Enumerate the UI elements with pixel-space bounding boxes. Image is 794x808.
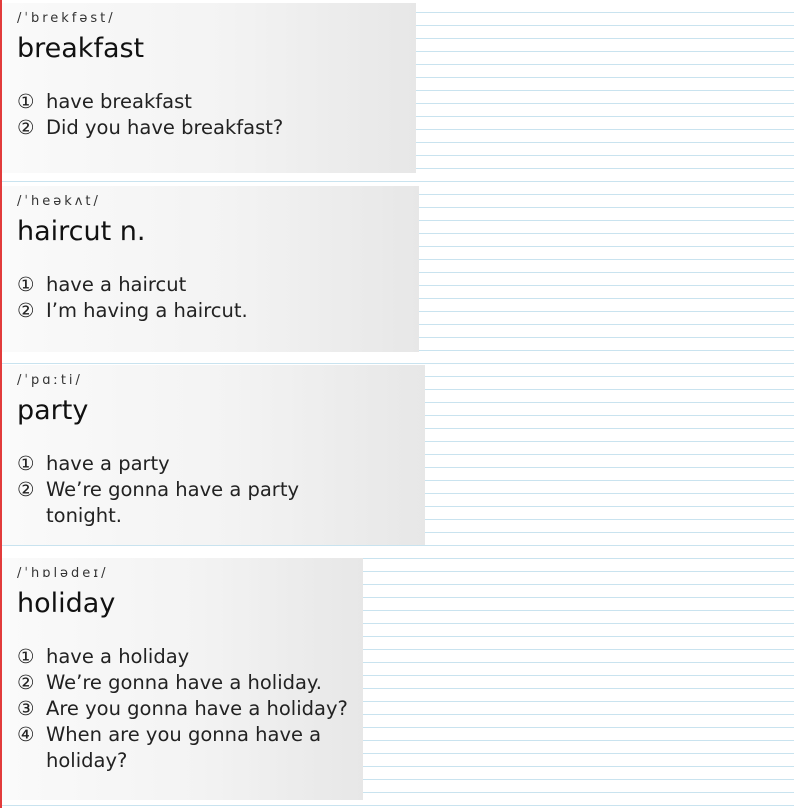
- example-item: ③ Are you gonna have a holiday?: [17, 696, 357, 722]
- item-number: ③: [17, 697, 35, 720]
- example-item: ④ When are you gonna have a holiday?: [17, 722, 346, 774]
- example-item: ① have a holiday: [17, 644, 357, 670]
- vocab-card-party: /ˈpɑːti/ party ① have a party ② We’re go…: [2, 365, 425, 545]
- vocab-word: haircut n.: [17, 216, 146, 247]
- vocab-card-haircut: /ˈheəkʌt/ haircut n. ① have a haircut ② …: [2, 186, 419, 352]
- example-text: have a party: [46, 452, 170, 475]
- item-number: ②: [17, 299, 35, 322]
- item-number: ①: [17, 452, 35, 475]
- phonetic: /ˈbrekfəst/: [17, 11, 116, 26]
- example-text: have a haircut: [46, 273, 187, 296]
- item-number: ①: [17, 90, 35, 113]
- item-number: ①: [17, 273, 35, 296]
- example-text: have breakfast: [46, 90, 192, 113]
- vocab-card-breakfast: /ˈbrekfəst/ breakfast ① have breakfast ②…: [2, 3, 416, 173]
- example-item: ② I’m having a haircut.: [17, 298, 419, 324]
- example-list: ① have breakfast ② Did you have breakfas…: [17, 89, 416, 141]
- example-list: ① have a haircut ② I’m having a haircut.: [17, 272, 419, 324]
- phonetic: /ˈheəkʌt/: [17, 194, 101, 209]
- phonetic: /ˈpɑːti/: [17, 373, 83, 388]
- example-list: ① have a holiday ② We’re gonna have a ho…: [17, 644, 357, 774]
- example-item: ① have breakfast: [17, 89, 416, 115]
- example-text: I’m having a haircut.: [46, 299, 248, 322]
- vocab-word: party: [17, 395, 89, 426]
- item-number: ②: [17, 478, 35, 501]
- example-text: have a holiday: [46, 645, 190, 668]
- item-number: ②: [17, 116, 35, 139]
- item-number: ④: [17, 723, 35, 746]
- example-item: ② We’re gonna have a party tonight.: [17, 477, 317, 529]
- vocab-word: holiday: [17, 588, 116, 619]
- example-item: ① have a party: [17, 451, 317, 477]
- example-text: We’re gonna have a holiday.: [46, 671, 322, 694]
- item-number: ②: [17, 671, 35, 694]
- example-text: We’re gonna have a party tonight.: [46, 478, 300, 527]
- vocab-word: breakfast: [17, 33, 145, 64]
- phonetic: /ˈhɒlədeɪ/: [17, 566, 109, 581]
- example-item: ① have a haircut: [17, 272, 419, 298]
- vocab-card-holiday: /ˈhɒlədeɪ/ holiday ① have a holiday ② We…: [2, 558, 363, 800]
- example-text: Are you gonna have a holiday?: [46, 697, 348, 720]
- example-list: ① have a party ② We’re gonna have a part…: [17, 451, 317, 529]
- example-text: When are you gonna have a holiday?: [46, 723, 322, 772]
- example-text: Did you have breakfast?: [46, 116, 284, 139]
- item-number: ①: [17, 645, 35, 668]
- example-item: ② We’re gonna have a holiday.: [17, 670, 357, 696]
- example-item: ② Did you have breakfast?: [17, 115, 416, 141]
